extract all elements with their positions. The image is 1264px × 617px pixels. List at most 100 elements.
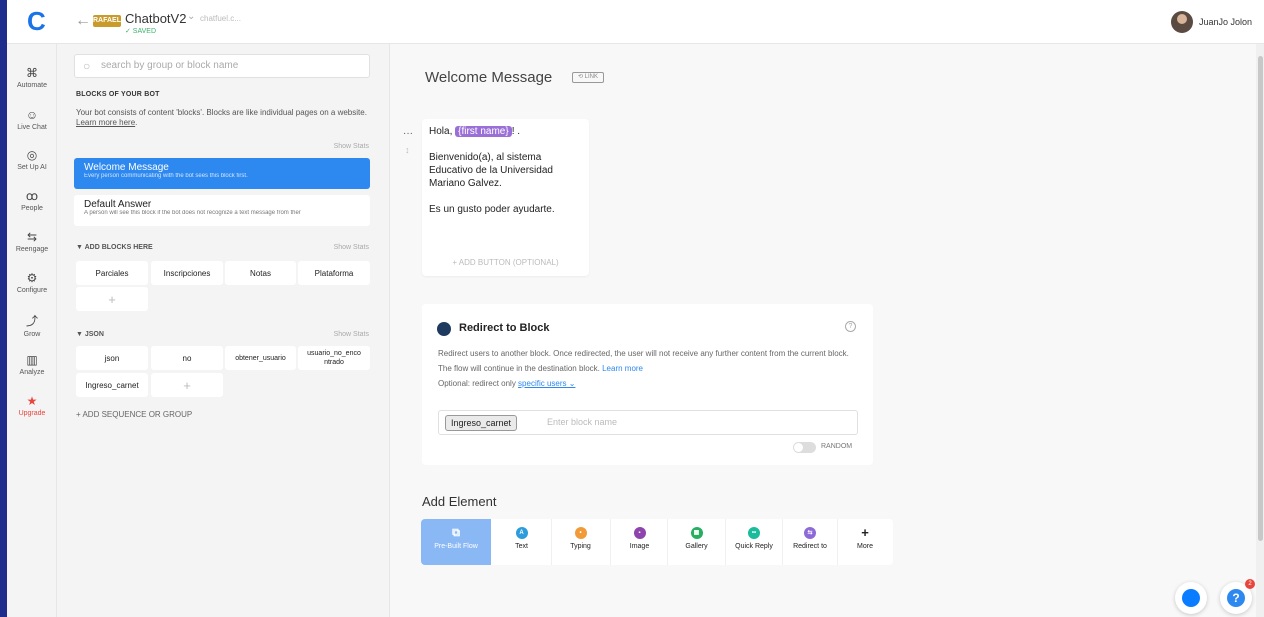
scrollbar-thumb[interactable] [1258,56,1263,541]
add-block-button[interactable]: + [76,287,148,311]
sidebar-item-live-chat[interactable]: ☺ Live Chat [7,108,57,131]
sidebar-item-label: Reengage [15,246,49,253]
sidebar-item-analyze[interactable]: ▥ Analyze [7,353,57,376]
element-prebuilt-flow-button[interactable]: ⧉ Pre-Built Flow [421,519,491,565]
sidebar-item-grow[interactable]: ⤴ Grow [7,312,57,338]
text-icon: A [515,527,528,539]
block-chip-obtener-usuario[interactable]: obtener_usuario [225,346,296,370]
automate-icon: ⌘ [26,66,38,80]
top-bar: C ← RAFAEL ChatbotV2 ⌄ chatfuel.c... ✓ S… [7,0,1264,44]
description-text: Your bot consists of content 'blocks'. B… [76,108,367,117]
block-subtitle: A person will see this block if the bot … [84,210,301,216]
block-welcome-message[interactable]: Welcome Message Every person communicati… [74,158,370,189]
add-block-button[interactable]: + [151,373,223,397]
block-chip-parciales[interactable]: Parciales [76,261,148,285]
add-sequence-button[interactable]: + ADD SEQUENCE OR GROUP [76,410,192,419]
element-gallery-button[interactable]: ▦ Gallery [668,519,725,565]
specific-users-link[interactable]: specific users ⌄ [518,379,575,388]
quick-reply-icon: •• [748,527,760,539]
bot-name[interactable]: ChatbotV2 [125,11,186,26]
block-chip-plataforma[interactable]: Plataforma [298,261,370,285]
block-chip-notas[interactable]: Notas [225,261,296,285]
sidebar: ⌘ Automate ☺ Live Chat ◎ Set Up AI ꝏ Peo… [7,44,57,617]
learn-more-link[interactable]: Learn more here [76,118,135,127]
sidebar-item-label: Grow [23,331,41,338]
block-chip-usuario-no-encontrado[interactable]: usuario_no_enco ntrado [298,346,370,370]
element-label: Redirect to [793,543,827,550]
group-json-title[interactable]: ▼ JSON [76,331,104,338]
redirect-icon [437,322,451,336]
greeting-text: Hola, [429,126,456,137]
link-badge[interactable]: ⟲ LINK [572,72,604,83]
block-chip-no[interactable]: no [151,346,223,370]
sidebar-item-upgrade[interactable]: ★ Upgrade [7,394,57,417]
block-name-input[interactable]: Ingreso_carnet Enter block name [438,410,858,435]
help-icon[interactable]: ? [845,321,856,332]
group-add-blocks-title[interactable]: ▼ ADD BLOCKS HERE [76,244,153,251]
add-element-toolbar: ⧉ Pre-Built Flow A Text • Typing ▪ Image… [421,519,893,565]
gear-icon: ⚙ [26,271,38,285]
user-name: JuanJo Jolon [1198,17,1252,27]
element-redirect-button[interactable]: ⇆ Redirect to [783,519,837,565]
drag-handle-icon[interactable]: ↕ [405,145,410,155]
reengage-icon: ⇆ [26,230,38,244]
message-paragraph: Bienvenido(a), al sistema Educativo de l… [429,152,553,189]
sidebar-item-label: Live Chat [17,124,47,131]
block-chip-ingreso-carnet[interactable]: Ingreso_carnet [76,373,148,397]
block-chip-inscripciones[interactable]: Inscripciones [151,261,223,285]
text-message-card[interactable]: Hola, {first name}! . Bienvenido(a), al … [422,119,589,276]
learn-more-link[interactable]: Learn more [602,364,643,373]
block-subtitle: Every person communicating with the bot … [84,173,248,179]
blocks-description: Your bot consists of content 'blocks'. B… [76,108,367,127]
add-button-option[interactable]: + ADD BUTTON (OPTIONAL) [422,258,589,267]
sidebar-item-reengage[interactable]: ⇆ Reengage [7,230,57,253]
block-default-answer[interactable]: Default Answer A person will see this bl… [74,195,370,226]
blocks-panel: ○ search by group or block name BLOCKS O… [57,44,390,617]
more-options-icon[interactable]: ··· [403,128,413,139]
search-icon: ○ [83,59,91,73]
selected-block-tag[interactable]: Ingreso_carnet [445,415,518,431]
random-label: RANDOM [821,443,853,450]
element-label: Pre-Built Flow [434,543,478,550]
element-typing-button[interactable]: • Typing [552,519,609,565]
prebuilt-flow-icon: ⧉ [452,527,460,539]
show-stats-link[interactable]: Show Stats [334,244,369,251]
search-input[interactable]: ○ search by group or block name [74,54,370,78]
messenger-icon[interactable] [1175,582,1207,614]
element-image-button[interactable]: ▪ Image [611,519,668,565]
block-chip-json[interactable]: json [76,346,148,370]
ai-icon: ◎ [26,148,38,162]
element-label: Typing [570,543,591,550]
element-more-button[interactable]: + More [838,519,892,565]
sidebar-item-label: Configure [16,287,48,294]
message-text[interactable]: Hola, {first name}! . Bienvenido(a), al … [429,125,584,216]
sidebar-item-configure[interactable]: ⚙ Configure [7,271,57,294]
user-menu[interactable]: JuanJo Jolon [1170,11,1252,33]
chevron-down-icon[interactable]: ⌄ [187,11,195,22]
plus-icon: + [861,525,869,540]
page-title[interactable]: Welcome Message [425,69,552,86]
sidebar-item-set-up-ai[interactable]: ◎ Set Up AI [7,148,57,171]
show-stats-link[interactable]: Show Stats [334,331,369,338]
image-icon: ▪ [633,527,646,539]
bot-url: chatfuel.c... [200,14,241,23]
redirect-description: Redirect users to another block. Once re… [438,346,863,391]
show-stats-link[interactable]: Show Stats [334,143,369,150]
question-icon: ? [1227,589,1245,607]
element-text-button[interactable]: A Text [493,519,550,565]
user-attribute-tag[interactable]: {first name} [455,126,512,137]
sidebar-item-automate[interactable]: ⌘ Automate [7,66,57,89]
element-quick-reply-button[interactable]: •• Quick Reply [726,519,782,565]
typing-icon: • [574,527,587,539]
add-element-title: Add Element [422,494,497,509]
random-toggle[interactable] [793,442,816,453]
sidebar-item-people[interactable]: ꝏ People [7,189,57,212]
element-label: More [857,543,873,550]
greeting-end: ! . [511,126,521,137]
input-placeholder: Enter block name [547,417,618,427]
back-arrow-icon[interactable]: ← [75,12,91,30]
redirect-desc-text: Redirect users to another block. Once re… [438,349,849,373]
chatfuel-logo-icon[interactable]: C [27,8,53,34]
gallery-icon: ▦ [690,527,703,539]
sidebar-item-label: Analyze [19,369,45,376]
